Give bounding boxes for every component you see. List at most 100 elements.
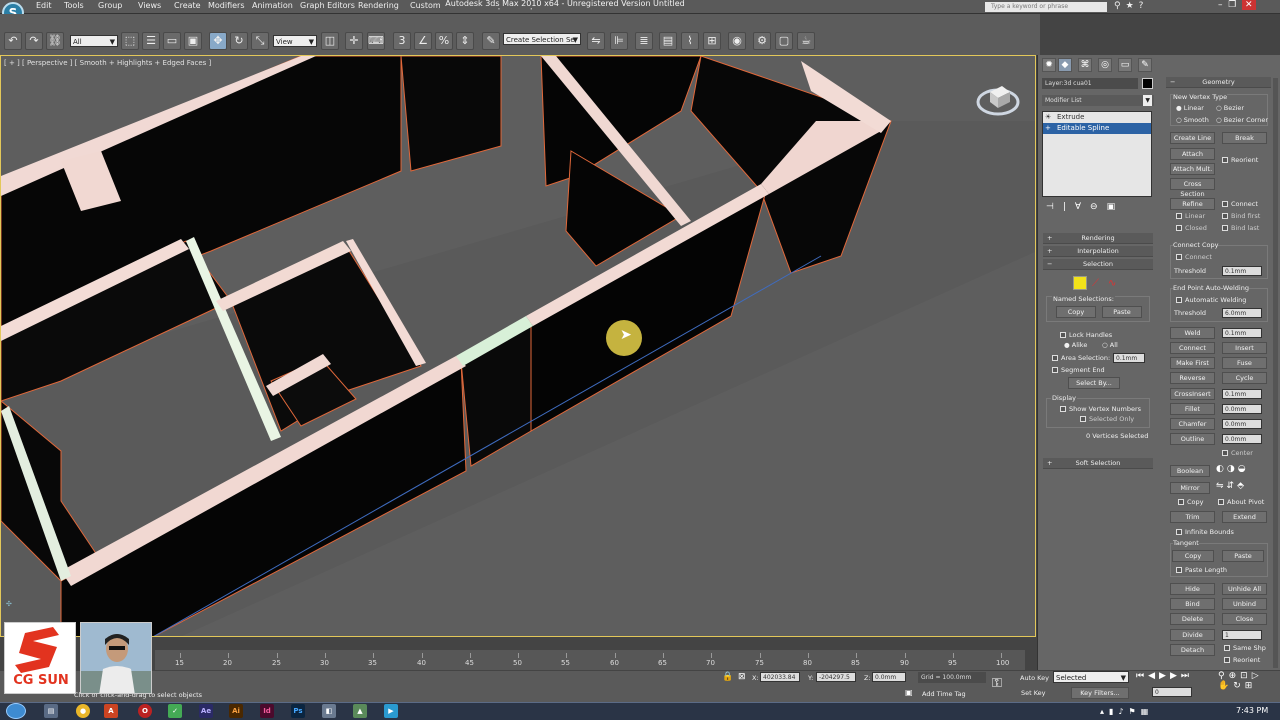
z-coordinate-field[interactable]: 0.0mm bbox=[872, 672, 906, 682]
segment-mode-icon[interactable]: ⟋ bbox=[1092, 278, 1099, 289]
unhide-all-button[interactable]: Unhide All bbox=[1222, 583, 1267, 595]
all-radio[interactable]: ○ All bbox=[1102, 341, 1118, 349]
menu-edit[interactable]: Edit bbox=[36, 1, 52, 13]
menu-modifiers[interactable]: Modifiers bbox=[208, 1, 245, 13]
zoom-icon[interactable]: ⚲ bbox=[1218, 671, 1229, 681]
area-selection-spinner[interactable]: 0.1mm bbox=[1113, 353, 1145, 363]
mirror-copy-checkbox[interactable]: Copy bbox=[1178, 498, 1204, 506]
field-of-view-icon[interactable]: ▷ bbox=[1252, 671, 1263, 681]
motion-tab-icon[interactable]: ◎ bbox=[1098, 58, 1112, 72]
rollout-selection[interactable]: − Selection bbox=[1043, 259, 1153, 270]
select-rotate-icon[interactable]: ↻ bbox=[230, 32, 248, 50]
create-line-button[interactable]: Create Line bbox=[1170, 132, 1215, 144]
menu-tools[interactable]: Tools bbox=[64, 1, 84, 13]
hide-button[interactable]: Hide bbox=[1170, 583, 1215, 595]
modify-tab-icon[interactable]: ◆ bbox=[1058, 58, 1072, 72]
make-first-button[interactable]: Make First bbox=[1170, 357, 1215, 369]
maximize-viewport-icon[interactable]: ⊞ bbox=[1245, 681, 1257, 691]
crossinsert-button[interactable]: CrossInsert bbox=[1170, 388, 1215, 400]
crossinsert-spinner[interactable]: 0.1mm bbox=[1222, 389, 1262, 399]
object-name-field[interactable]: Layer:3d cua01 bbox=[1042, 78, 1138, 89]
taskbar-ai-icon[interactable]: Ai bbox=[229, 704, 243, 718]
goto-end-icon[interactable]: ⏭ bbox=[1181, 671, 1193, 681]
key-filters-button[interactable]: Key Filters... bbox=[1071, 687, 1129, 699]
delete-button[interactable]: Delete bbox=[1170, 613, 1215, 625]
viewport-label[interactable]: [ + ] [ Perspective ] [ Smooth + Highlig… bbox=[4, 59, 211, 67]
cross-section-button[interactable]: Cross Section bbox=[1170, 178, 1215, 198]
object-color-swatch[interactable] bbox=[1142, 78, 1153, 89]
keyboard-shortcut-icon[interactable]: ⌨ bbox=[367, 32, 385, 50]
graphite-ribbon-icon[interactable]: ▤ bbox=[659, 32, 677, 50]
named-selection-dropdown[interactable]: Create Selection Se ▼ bbox=[503, 33, 581, 45]
show-vertex-numbers-checkbox[interactable]: Show Vertex Numbers bbox=[1060, 405, 1141, 413]
linear-checkbox[interactable]: Linear bbox=[1176, 212, 1205, 220]
same-shp-checkbox[interactable]: Same Shp bbox=[1224, 644, 1266, 652]
mirror-icon[interactable]: ⇋ bbox=[587, 32, 605, 50]
layer-manager-icon[interactable]: ≣ bbox=[635, 32, 653, 50]
rollout-interpolation[interactable]: + Interpolation bbox=[1043, 246, 1153, 257]
rect-selection-icon[interactable]: ▭ bbox=[163, 32, 181, 50]
about-pivot-checkbox[interactable]: About Pivot bbox=[1218, 498, 1264, 506]
auto-key-button[interactable]: Auto Key bbox=[1020, 674, 1049, 682]
threshold2-spinner[interactable]: 6.0mm bbox=[1222, 308, 1262, 318]
spinner-snap-icon[interactable]: ⇕ bbox=[456, 32, 474, 50]
material-editor-icon[interactable]: ◉ bbox=[728, 32, 746, 50]
link-icon[interactable]: ⛓ bbox=[46, 32, 64, 50]
render-production-icon[interactable]: ☕ bbox=[797, 32, 815, 50]
selection-filter-dropdown[interactable]: All ▼ bbox=[70, 35, 118, 47]
cycle-button[interactable]: Cycle bbox=[1222, 372, 1267, 384]
checkbox-icon[interactable] bbox=[1052, 355, 1058, 361]
zoom-extents-icon[interactable]: ⊡ bbox=[1240, 671, 1252, 681]
redo-icon[interactable]: ↷ bbox=[25, 32, 43, 50]
rendered-frame-icon[interactable]: ▢ bbox=[775, 32, 793, 50]
system-tray-icons[interactable]: ▴▮♪⚑▦ bbox=[1100, 707, 1153, 716]
selected-only-checkbox[interactable]: Selected Only bbox=[1080, 415, 1134, 423]
x-coordinate-field[interactable]: 402033.84 bbox=[760, 672, 800, 682]
key-icon[interactable]: ⚿ bbox=[992, 676, 1002, 691]
expand-icon[interactable]: + bbox=[1047, 233, 1052, 244]
modifier-stack[interactable]: ☀ Extrude + Editable Spline bbox=[1042, 111, 1152, 197]
taskbar-ae-icon[interactable]: Ae bbox=[199, 704, 213, 718]
expand-icon[interactable]: + bbox=[1047, 458, 1052, 469]
extend-button[interactable]: Extend bbox=[1222, 511, 1267, 523]
checkbox-icon[interactable] bbox=[1176, 213, 1182, 219]
checkbox-icon[interactable] bbox=[1176, 297, 1182, 303]
collapse-icon[interactable]: − bbox=[1047, 259, 1052, 270]
bezier-radio[interactable]: ○ Bezier bbox=[1216, 104, 1244, 112]
vertex-mode-icon[interactable] bbox=[1073, 276, 1087, 290]
edit-named-selection-icon[interactable]: ✎ bbox=[482, 32, 500, 50]
area-selection-checkbox[interactable]: Area Selection: bbox=[1052, 354, 1110, 362]
curve-editor-icon[interactable]: ⌇ bbox=[681, 32, 699, 50]
paste-length-checkbox[interactable]: Paste Length bbox=[1176, 566, 1227, 574]
key-mode-dropdown[interactable]: Selected ▼ bbox=[1053, 671, 1129, 683]
goto-start-icon[interactable]: ⏮ bbox=[1136, 671, 1148, 681]
rollout-soft-selection[interactable]: + Soft Selection bbox=[1043, 458, 1153, 469]
threshold-spinner[interactable]: 0.1mm bbox=[1222, 266, 1262, 276]
modifier-list-dropdown[interactable]: Modifier List ▼ bbox=[1042, 95, 1154, 106]
window-controls[interactable]: – ❐ ✕ bbox=[1218, 0, 1280, 13]
checkbox-icon[interactable] bbox=[1222, 201, 1228, 207]
set-key-button[interactable]: Set Key bbox=[1021, 689, 1046, 697]
checkbox-icon[interactable] bbox=[1176, 529, 1182, 535]
checkbox-icon[interactable] bbox=[1176, 225, 1182, 231]
connect-copy-checkbox[interactable]: Connect bbox=[1176, 253, 1212, 261]
stack-tools-icons[interactable]: ⊣|∀⊖▣ bbox=[1046, 202, 1124, 212]
break-button[interactable]: Break bbox=[1222, 132, 1267, 144]
alike-radio[interactable]: ● Alike bbox=[1064, 341, 1087, 349]
checkbox-icon[interactable] bbox=[1222, 213, 1228, 219]
reference-coord-dropdown[interactable]: View ▼ bbox=[273, 35, 317, 47]
next-frame-icon[interactable]: ▶ bbox=[1170, 671, 1181, 681]
close-button[interactable]: Close bbox=[1222, 613, 1267, 625]
outline-spinner[interactable]: 0.0mm bbox=[1222, 434, 1262, 444]
tangent-paste-button[interactable]: Paste bbox=[1222, 550, 1264, 562]
taskbar-media-icon[interactable]: ▶ bbox=[384, 704, 398, 718]
select-move-icon[interactable]: ✥ bbox=[209, 32, 227, 50]
taskbar-ps-icon[interactable]: Ps bbox=[291, 704, 305, 718]
reorient-checkbox[interactable]: Reorient bbox=[1222, 156, 1258, 164]
taskbar-id-icon[interactable]: Id bbox=[260, 704, 274, 718]
fuse-button[interactable]: Fuse bbox=[1222, 357, 1267, 369]
chamfer-button[interactable]: Chamfer bbox=[1170, 418, 1215, 430]
checkbox-icon[interactable] bbox=[1218, 499, 1224, 505]
taskbar-chrome-icon[interactable]: ● bbox=[76, 704, 90, 718]
align-icon[interactable]: ⊫ bbox=[610, 32, 628, 50]
